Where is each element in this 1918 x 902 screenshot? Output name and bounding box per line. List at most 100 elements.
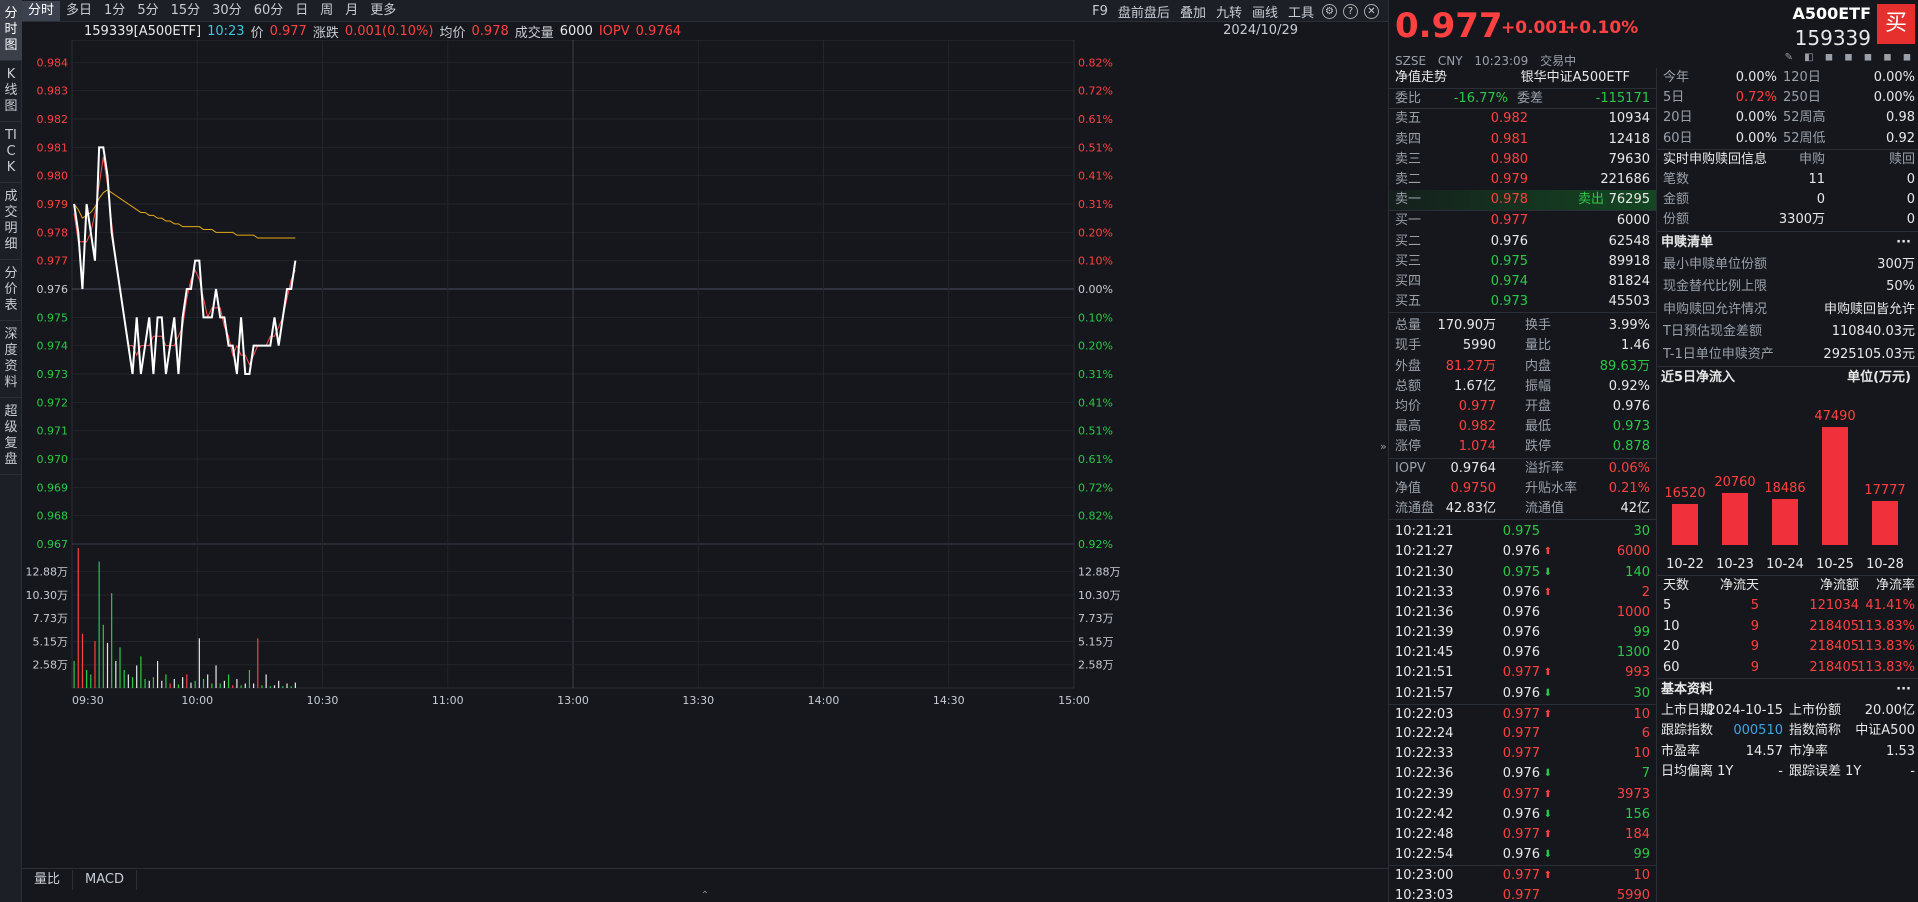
bid-price: 0.976 bbox=[1490, 233, 1528, 249]
creation-header: 申赎清单 ··· bbox=[1657, 232, 1918, 254]
stat-value: 0.9750 bbox=[1450, 480, 1497, 496]
time-tick-label: 10:00 bbox=[181, 694, 213, 707]
period-tab[interactable]: 周 bbox=[314, 1, 339, 21]
ask-level[interactable]: 卖四 0.981 12418 bbox=[1389, 130, 1656, 150]
period-toolbar: 分时 多日 1分 5分 15分 30分 60分日周月更多 F9 盘前盘后 叠加 九转 画线 … bbox=[22, 0, 1388, 22]
perf-label: 5日 bbox=[1663, 90, 1685, 106]
period-tab[interactable]: 15分 bbox=[165, 1, 207, 21]
tick-time: 10:21:27 bbox=[1395, 544, 1454, 560]
tools-button[interactable]: 工具 bbox=[1283, 2, 1319, 21]
basic-info-title: 基本资料 bbox=[1661, 682, 1714, 698]
indicator-tabs: 量比 MACD bbox=[22, 868, 1388, 890]
nine-turn-button[interactable]: 九转 bbox=[1211, 2, 1247, 21]
volume-tick-label: 12.88万 bbox=[26, 566, 69, 579]
premarket-button[interactable]: 盘前盘后 bbox=[1113, 2, 1175, 21]
volume-tick-label: 5.15万 bbox=[33, 635, 69, 648]
perf-value: 0.00% bbox=[1735, 130, 1777, 146]
period-tab[interactable]: 日 bbox=[289, 1, 314, 21]
volume-tick-label-right: 2.58万 bbox=[1078, 659, 1114, 672]
tick-row: 10:21:21 0.975 30 bbox=[1389, 522, 1656, 542]
inflow-value-label: 47490 bbox=[1814, 409, 1856, 424]
ask-level[interactable]: 卖二 0.979 221686 bbox=[1389, 170, 1656, 190]
trade-stat-row: 总额 1.67亿 振幅 0.92% bbox=[1389, 377, 1656, 397]
currency: CNY bbox=[1437, 54, 1463, 68]
period-tab[interactable]: 30分 bbox=[206, 1, 248, 21]
bid-level[interactable]: 买二 0.976 62548 bbox=[1389, 232, 1656, 252]
last-price: 0.977 bbox=[1395, 6, 1503, 46]
quote-action-icons[interactable]: ✎ ◧ ◼ ◼ ◼ ◼ ◼ bbox=[1785, 52, 1915, 63]
buy-button[interactable]: 买 bbox=[1877, 4, 1915, 44]
bid-label: 买四 bbox=[1395, 273, 1422, 289]
ask-label: 卖一 bbox=[1395, 192, 1422, 208]
basic-value: 1.53 bbox=[1886, 743, 1915, 759]
fund-stats: IOPV 0.9764 溢折率 0.06% 净值 0.9750 升贴水率 0.21% 流通盘 42… bbox=[1389, 457, 1656, 520]
bid-level[interactable]: 买一 0.977 6000 bbox=[1389, 211, 1656, 231]
view-tab[interactable]: 超级复盘 bbox=[0, 398, 22, 475]
period-tab[interactable]: 月 bbox=[339, 1, 364, 21]
flow-cell: 113.83% bbox=[1857, 618, 1915, 634]
more-icon[interactable]: ··· bbox=[1896, 232, 1911, 254]
inflow-value-label: 20760 bbox=[1714, 475, 1756, 491]
f9-button[interactable]: F9 bbox=[1087, 4, 1113, 19]
tick-price: 0.976 bbox=[1502, 847, 1540, 863]
bid-level[interactable]: 买五 0.973 45503 bbox=[1389, 292, 1656, 312]
pct-tick-label: 0.31% bbox=[1078, 198, 1113, 211]
ask-level[interactable]: 卖五 0.982 10934 bbox=[1389, 109, 1656, 129]
period-tab[interactable]: 60分 bbox=[248, 1, 290, 21]
tick-list: 10:21:21 0.975 30 10:21:27 0.976 ⬆ 6000 10:21:3… bbox=[1389, 519, 1656, 902]
intraday-chart-svg[interactable]: 0.985 0.92% 0.984 0.82% 0.983 0.72% 0.982 0.61%… bbox=[22, 40, 1388, 848]
stat-value: 0.21% bbox=[1608, 480, 1650, 496]
indicator-tab[interactable]: MACD bbox=[73, 869, 137, 890]
ask-book: 卖五 0.982 10934 卖四 0.981 12418 卖三 0.980 79630 卖二 0.… bbox=[1389, 108, 1656, 211]
time-tick-label: 13:00 bbox=[557, 694, 589, 707]
settings-icon[interactable]: ⚙ bbox=[1322, 3, 1337, 19]
bid-level[interactable]: 买三 0.975 89918 bbox=[1389, 252, 1656, 272]
flow-cell: 121034 bbox=[1809, 598, 1859, 614]
price-tick-label: 0.977 bbox=[37, 255, 69, 268]
more-icon[interactable]: ··· bbox=[1896, 679, 1911, 701]
view-tab[interactable]: TICK bbox=[0, 122, 22, 183]
tick-row: 10:21:39 0.976 99 bbox=[1389, 623, 1656, 643]
ask-level[interactable]: 卖一 0.978 卖出 76295 bbox=[1389, 190, 1656, 211]
volume-value: 6000 bbox=[559, 23, 593, 39]
creation-section: 申赎清单 ··· 最小申赎单位份额 300万 现金替代比例上限 50% 申购赎回允许情况 申购… bbox=[1657, 230, 1918, 367]
ask-level[interactable]: 卖三 0.980 79630 bbox=[1389, 150, 1656, 170]
tick-price: 0.977 bbox=[1502, 665, 1540, 681]
period-tab[interactable]: 1分 bbox=[98, 1, 131, 21]
view-tab[interactable]: 分时图 bbox=[0, 0, 22, 61]
view-tab[interactable]: K线图 bbox=[0, 61, 22, 122]
indicator-tab[interactable]: 量比 bbox=[22, 869, 74, 890]
tick-row: 10:21:30 0.975 ⬇ 140 bbox=[1389, 563, 1656, 583]
pct-tick-label: 0.92% bbox=[1078, 538, 1113, 551]
period-tab[interactable]: 更多 bbox=[364, 1, 402, 21]
flow-cell: 10 bbox=[1663, 618, 1680, 634]
view-tab[interactable]: 深度资料 bbox=[0, 321, 22, 398]
tick-row: 10:23:03 0.977 5990 bbox=[1389, 886, 1656, 902]
tick-price: 0.977 bbox=[1502, 868, 1540, 884]
view-tab[interactable]: 成交明细 bbox=[0, 183, 22, 260]
bid-level[interactable]: 买四 0.974 81824 bbox=[1389, 272, 1656, 292]
draw-line-button[interactable]: 画线 bbox=[1247, 2, 1283, 21]
period-tab[interactable]: 分时 bbox=[22, 0, 61, 21]
close-icon[interactable]: ✕ bbox=[1364, 3, 1379, 19]
collapse-panel-icon[interactable]: » bbox=[1380, 440, 1388, 453]
perf-label: 52周低 bbox=[1783, 130, 1826, 146]
flow-cell: 9 bbox=[1750, 618, 1759, 634]
view-tab[interactable]: 分价表 bbox=[0, 260, 22, 321]
tick-price: 0.977 bbox=[1502, 706, 1540, 722]
tick-time: 10:21:30 bbox=[1395, 564, 1454, 580]
creation-row: 申购赎回允许情况 申购赎回皆允许 bbox=[1657, 299, 1918, 322]
net-value-row[interactable]: 净值走势 银华中证A500ETF bbox=[1389, 68, 1656, 88]
tick-time: 10:21:45 bbox=[1395, 645, 1454, 661]
tick-time: 10:21:39 bbox=[1395, 625, 1454, 641]
expand-handle-icon[interactable]: ⌃ bbox=[22, 890, 1388, 902]
ask-price: 0.979 bbox=[1490, 171, 1528, 187]
period-tab[interactable]: 5分 bbox=[131, 1, 164, 21]
overlay-button[interactable]: 叠加 bbox=[1175, 2, 1211, 21]
help-icon[interactable]: ? bbox=[1343, 3, 1358, 19]
intraday-chart[interactable]: 0.985 0.92% 0.984 0.82% 0.983 0.72% 0.982 0.61%… bbox=[22, 40, 1388, 848]
period-tab[interactable]: 多日 bbox=[60, 1, 98, 21]
basic-value[interactable]: 000510 bbox=[1733, 721, 1783, 741]
stat-value: 81.27万 bbox=[1445, 358, 1496, 374]
redemption-header: 实时申购赎回信息 申购 赎回 bbox=[1657, 150, 1918, 170]
